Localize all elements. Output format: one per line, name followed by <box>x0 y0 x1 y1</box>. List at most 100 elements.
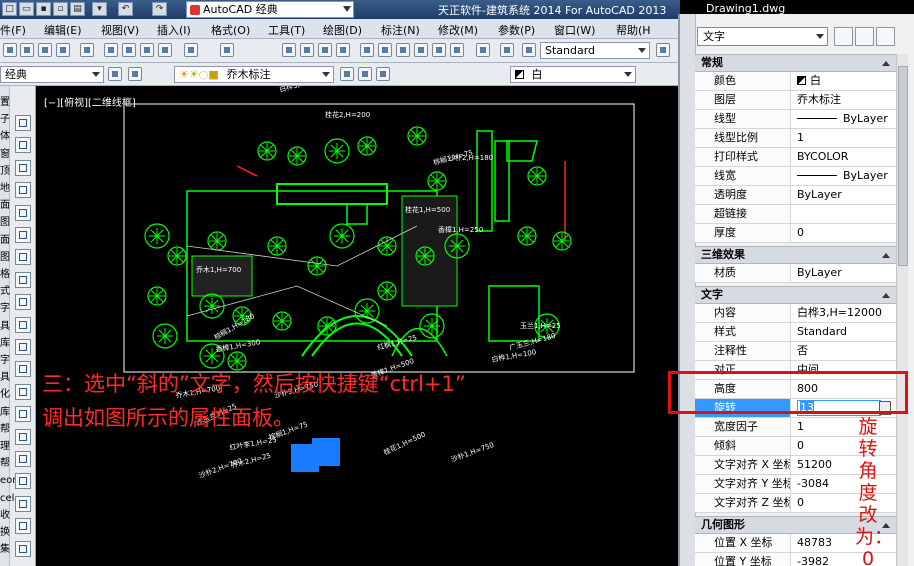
tangent-menu-item[interactable]: cel <box>0 492 14 505</box>
tangent-menu-item[interactable]: 窗 <box>0 148 10 161</box>
tangent-menu-item[interactable]: 换 <box>0 526 10 539</box>
polygon-icon[interactable] <box>15 182 31 199</box>
menu-help[interactable]: 帮助(H <box>616 22 651 38</box>
tangent-menu-item[interactable]: 顶 <box>0 165 10 178</box>
tangent-menu-item[interactable]: 面 <box>0 199 10 212</box>
table-icon[interactable] <box>15 495 31 512</box>
tangent-menu-item[interactable]: 地 <box>0 182 10 195</box>
tangent-menu-item[interactable]: 字 <box>0 302 10 315</box>
property-value[interactable]: 乔木标注 <box>797 91 895 109</box>
undo-icon[interactable] <box>184 43 198 57</box>
property-row[interactable]: 线型比例 1 <box>695 129 896 148</box>
tangent-menu-item[interactable]: 置 <box>0 96 10 109</box>
tangent-menu-item[interactable]: 集 <box>0 543 10 556</box>
spline-icon[interactable] <box>15 294 31 311</box>
sheet-set-icon[interactable] <box>414 43 428 57</box>
plot-preview-icon[interactable] <box>38 43 52 57</box>
print-icon[interactable] <box>20 43 34 57</box>
menu-modify[interactable]: 修改(M) <box>438 22 478 38</box>
property-row[interactable]: 材质 ByLayer <box>695 264 896 283</box>
help-icon[interactable] <box>476 43 490 57</box>
make-layer-current-icon[interactable] <box>340 67 354 81</box>
property-value[interactable]: 白桦3,H=12000 <box>797 304 895 322</box>
redo-icon[interactable]: ↷ <box>152 2 167 16</box>
property-row[interactable]: 图层 乔木标注 <box>695 91 896 110</box>
menu-insert[interactable]: 插入(I) <box>157 22 191 38</box>
tangent-menu-item[interactable]: 图 <box>0 216 10 229</box>
ellipse-arc-icon[interactable] <box>15 339 31 355</box>
workspace-select[interactable]: AutoCAD 经典 <box>186 1 354 18</box>
rectangle-icon[interactable] <box>15 204 31 221</box>
layer-properties-icon[interactable] <box>128 67 142 81</box>
region-icon[interactable] <box>15 473 31 490</box>
menu-tools[interactable]: 工具(T) <box>268 22 305 38</box>
property-row[interactable]: 内容 白桦3,H=12000 <box>695 304 896 323</box>
section-3d-effects[interactable]: 三维效果 <box>695 246 896 264</box>
viewport-label[interactable]: [−][俯视][二维线框] <box>44 94 136 109</box>
design-center-icon[interactable] <box>378 43 392 57</box>
paste-icon[interactable] <box>140 43 154 57</box>
property-value[interactable]: ByLayer <box>797 186 895 204</box>
toggle-pickadd-icon[interactable] <box>834 27 853 46</box>
tangent-menu-item[interactable]: 式 <box>0 285 10 298</box>
tangent-menu-item[interactable]: eor <box>0 474 16 487</box>
make-block-icon[interactable] <box>15 383 31 400</box>
workspace-combo[interactable]: 经典 <box>0 66 104 83</box>
properties-scrollbar[interactable] <box>896 54 908 566</box>
tangent-menu-item[interactable]: 库 <box>0 406 10 419</box>
select-objects-icon[interactable] <box>855 27 874 46</box>
property-row[interactable]: 颜色 白 <box>695 72 896 91</box>
property-row[interactable]: 打印样式 BYCOLOR <box>695 148 896 167</box>
collapse-icon[interactable] <box>882 293 890 298</box>
section-text[interactable]: 文字 <box>695 286 896 304</box>
property-value[interactable]: BYCOLOR <box>797 148 895 166</box>
tangent-menu-item[interactable]: 具 <box>0 371 10 384</box>
tangent-menu-item[interactable]: 化 <box>0 388 10 401</box>
dropdown-icon[interactable]: ▾ <box>92 2 107 16</box>
tangent-menu-item[interactable]: 子 <box>0 113 10 126</box>
text-style-icon[interactable] <box>500 43 514 57</box>
property-value[interactable]: ByLayer <box>797 167 895 185</box>
collapse-icon[interactable] <box>882 61 890 66</box>
print-icon[interactable]: ▤ <box>70 2 85 16</box>
property-row[interactable]: 厚度 0 <box>695 224 896 243</box>
tangent-menu-item[interactable]: 具 <box>0 320 10 333</box>
property-value[interactable]: 1 <box>797 129 895 147</box>
tangent-menu-item[interactable]: 库 <box>0 337 10 350</box>
tangent-menu-item[interactable]: 帮 <box>0 423 10 436</box>
zoom-previous-icon[interactable] <box>336 43 350 57</box>
object-type-select[interactable]: 文字 <box>697 27 828 46</box>
cut-icon[interactable] <box>104 43 118 57</box>
point-icon[interactable] <box>15 406 31 423</box>
pan-icon[interactable] <box>282 43 296 57</box>
menu-window[interactable]: 窗口(W) <box>554 22 595 38</box>
zoom-window-icon[interactable] <box>318 43 332 57</box>
layer-state-icon[interactable] <box>376 67 390 81</box>
copy-icon[interactable] <box>122 43 136 57</box>
polyline-icon[interactable] <box>15 159 31 176</box>
menu-dimension[interactable]: 标注(N) <box>381 22 420 38</box>
markup-icon[interactable] <box>432 43 446 57</box>
property-row[interactable]: 线型 ByLayer <box>695 110 896 129</box>
table-style-icon[interactable] <box>656 43 670 57</box>
dim-style-icon[interactable] <box>522 43 536 57</box>
calculator-icon[interactable] <box>450 43 464 57</box>
quick-select-icon[interactable] <box>876 27 895 46</box>
menu-parametric[interactable]: 参数(P) <box>498 22 535 38</box>
property-row[interactable]: 超链接 <box>695 205 896 224</box>
tangent-menu-item[interactable]: 格 <box>0 268 10 281</box>
new-icon[interactable] <box>3 43 17 57</box>
tangent-menu-item[interactable]: 收 <box>0 509 10 522</box>
design-center-icon[interactable] <box>80 43 94 57</box>
property-value[interactable]: ByLayer <box>797 264 895 282</box>
scrollbar-thumb[interactable] <box>898 66 908 266</box>
open-file-icon[interactable]: ▭ <box>19 2 34 16</box>
revision-cloud-icon[interactable] <box>15 271 31 288</box>
match-properties-icon[interactable] <box>158 43 172 57</box>
property-value[interactable]: 0 <box>797 224 895 242</box>
property-value[interactable]: Standard <box>797 323 895 341</box>
property-row[interactable]: 透明度 ByLayer <box>695 186 896 205</box>
tangent-menu-item[interactable]: 体 <box>0 130 10 143</box>
tangent-menu-item[interactable]: 理 <box>0 440 10 453</box>
circle-icon[interactable] <box>15 249 31 266</box>
